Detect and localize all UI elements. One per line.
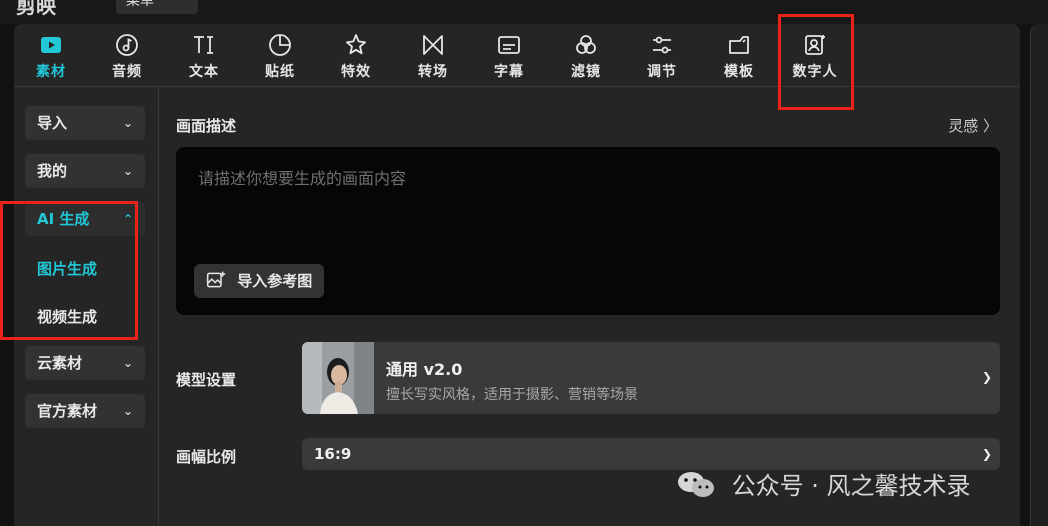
sidebar-item-label: 导入 [37,114,68,132]
top-bar: 剪映 菜单 [0,0,1048,24]
transition-bowtie-icon [423,35,443,55]
adjust-sliders-icon [653,36,671,54]
chevron-down-icon: ⌄ [122,356,133,370]
tab-template[interactable]: 模板 [704,28,774,84]
model-select[interactable]: 通用 v2.0 擅长写实风格，适用于摄影、营销等场景 ❯ [302,342,1000,414]
right-panel-edge [1030,24,1048,526]
aspect-ratio-label: 画幅比例 [176,448,237,466]
chevron-down-icon: ⌄ [122,116,133,130]
inspiration-link[interactable]: 灵感 〉 [948,115,998,136]
tab-label: 贴纸 [265,64,295,80]
filter-circles-icon [576,35,596,54]
tab-transition[interactable]: 转场 [398,28,468,84]
sidebar-item-label: 云素材 [37,354,83,372]
model-description: 擅长写实风格，适用于摄影、营销等场景 [386,387,638,403]
chevron-down-icon: ❯ [981,447,992,461]
sparkle-star-icon [346,34,366,55]
model-settings-label: 模型设置 [176,371,237,389]
play-square-icon [41,37,61,53]
wechat-icon [678,472,714,497]
sidebar-item-label: 我的 [37,162,68,180]
tab-label: 模板 [724,64,754,80]
highlight-box-digital-human [778,14,854,110]
sidebar-item-mine[interactable]: 我的 ⌄ [25,154,145,188]
sticker-icon [269,34,291,56]
import-reference-button[interactable]: 导入参考图 [194,264,325,298]
import-reference-label: 导入参考图 [237,272,313,290]
watermark-text: 公众号 · 风之馨技术录 [731,472,971,500]
watermark: 公众号 · 风之馨技术录 [676,466,971,501]
tab-label: 素材 [36,64,66,80]
top-menu-dropdown[interactable]: 菜单 [116,0,198,14]
tab-label: 字幕 [494,64,524,80]
tab-audio[interactable]: 音频 [92,28,162,84]
tab-label: 转场 [418,64,448,80]
aspect-ratio-value: 16:9 [314,445,352,463]
tab-label: 音频 [112,64,142,80]
tab-label: 调节 [647,64,677,80]
model-name: 通用 v2.0 [386,360,463,379]
tab-sticker[interactable]: 贴纸 [245,28,315,84]
tab-filter[interactable]: 滤镜 [551,28,621,84]
tab-label: 滤镜 [571,64,601,80]
sidebar-item-import[interactable]: 导入 ⌄ [25,106,145,140]
image-add-icon [206,271,226,288]
chevron-down-icon: ⌄ [122,164,133,178]
sidebar-item-official[interactable]: 官方素材 ⌄ [25,394,145,428]
tab-effects[interactable]: 特效 [321,28,391,84]
sidebar-item-label: 官方素材 [37,402,98,420]
chevron-down-icon: ⌄ [122,404,133,418]
tab-subtitle[interactable]: 字幕 [474,28,544,84]
prompt-input[interactable] [196,163,980,247]
tab-adjust[interactable]: 调节 [627,28,697,84]
model-thumbnail [302,342,374,414]
highlight-box-ai-generate [0,201,138,340]
tab-label: 特效 [341,64,371,80]
music-note-icon [116,34,138,56]
sidebar-item-cloud[interactable]: 云素材 ⌄ [25,346,145,380]
category-tabs: 素材 音频 文本 贴纸 特效 转场 字幕 滤镜 调节 模板 数字人 [14,24,1020,87]
prompt-box: 导入参考图 [176,147,1000,315]
prompt-section-title: 画面描述 [176,117,237,135]
template-icon [729,36,749,54]
chevron-down-icon: ❯ [981,370,992,384]
tab-media[interactable]: 素材 [16,28,86,84]
subtitle-icon [498,36,520,54]
app-logo: 剪映 [16,0,56,18]
text-ti-icon [194,36,213,54]
tab-label: 文本 [189,64,219,80]
media-panel: 素材 音频 文本 贴纸 特效 转场 字幕 滤镜 调节 模板 数字人 导入 ⌄ 我… [14,24,1020,526]
tab-text[interactable]: 文本 [169,28,239,84]
